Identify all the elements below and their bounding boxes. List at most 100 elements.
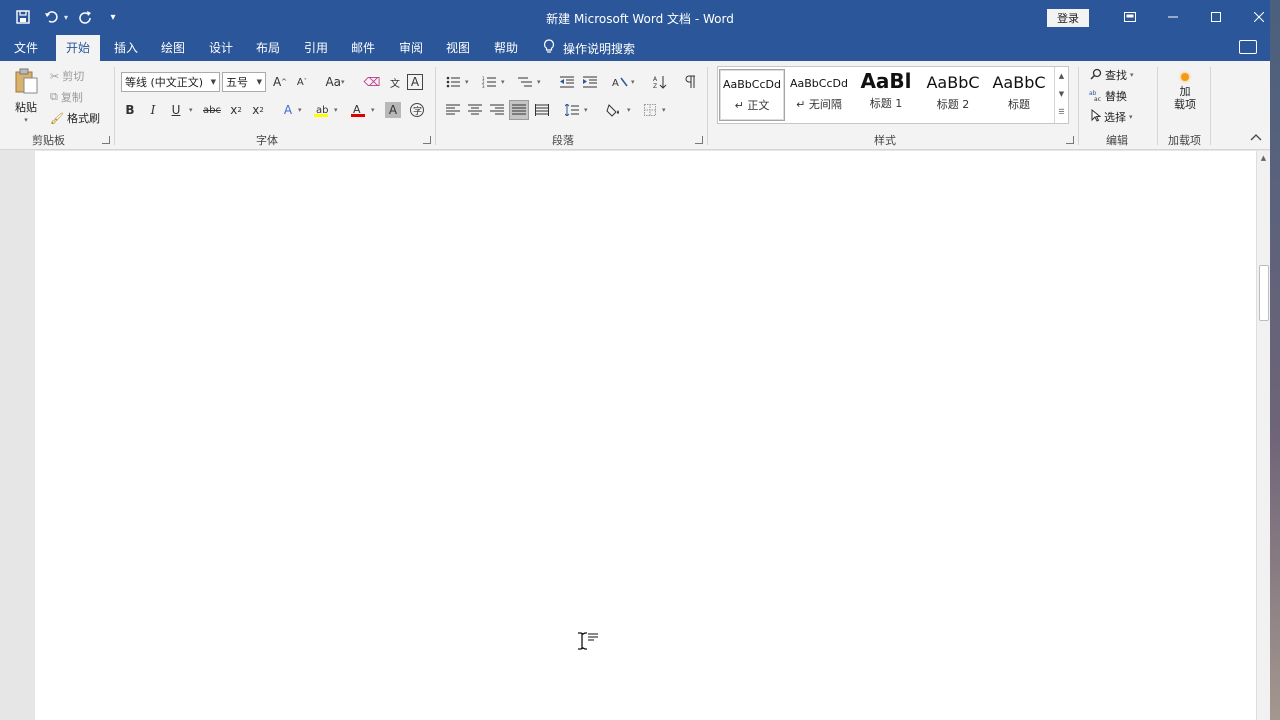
comment-icon[interactable] [1239,40,1257,54]
paste-button[interactable]: 粘贴 ▾ [12,67,40,124]
grow-font-icon[interactable]: A ^ [270,72,290,92]
scroll-down-icon[interactable]: ▼ [1055,85,1068,103]
font-launcher-icon[interactable] [423,136,431,144]
style-normal[interactable]: AaBbCcDd ↵ 正文 [719,69,785,121]
scroll-up-icon[interactable]: ▲ [1055,67,1068,85]
minimize-icon[interactable] [1151,0,1194,33]
show-marks-icon[interactable] [680,72,700,92]
tab-help[interactable]: 帮助 [484,35,528,61]
text-effects-dropdown-icon[interactable]: ▾ [298,106,302,114]
tell-me-search[interactable]: 操作说明搜索 [543,35,635,61]
decrease-indent-icon[interactable] [557,72,577,92]
distribute-icon[interactable] [532,100,552,120]
font-size-select[interactable]: 五号 ▼ [222,72,266,92]
enclose-chars-icon[interactable]: 字 [407,100,427,120]
clipboard-launcher-icon[interactable] [102,136,110,144]
styles-launcher-icon[interactable] [1066,136,1074,144]
find-button[interactable]: 查找 ▾ [1090,67,1134,83]
maximize-icon[interactable] [1194,0,1237,33]
paragraph-group-label: 段落 [552,134,574,147]
tab-home[interactable]: 开始 [56,35,100,61]
find-dropdown-icon[interactable]: ▾ [1130,71,1134,79]
ribbon-tab-bar: 文件 开始 插入 绘图 设计 布局 引用 邮件 审阅 视图 帮助 操作说明搜索 [0,35,1280,61]
font-color-icon[interactable]: A [348,100,368,120]
cut-button[interactable]: ✂ 剪切 [50,68,84,84]
tab-insert[interactable]: 插入 [104,35,148,61]
highlight-icon[interactable]: ab [311,100,331,120]
addins-button[interactable]: 加 载项 [1170,73,1200,111]
copy-label: 复制 [60,91,83,104]
borders-dropdown-icon[interactable]: ▾ [662,106,666,114]
tab-review[interactable]: 审阅 [389,35,433,61]
style-title[interactable]: AaBbC 标题 [986,69,1052,121]
tab-references[interactable]: 引用 [294,35,338,61]
multilevel-list-icon[interactable] [515,72,535,92]
shading-icon[interactable] [604,100,624,120]
char-shading-icon[interactable]: A [385,102,401,118]
char-border-icon[interactable]: A [407,74,423,90]
sort-icon[interactable]: AZ [650,72,670,92]
superscript-icon[interactable]: x2 [248,100,268,120]
collapse-ribbon-icon[interactable] [1250,133,1262,144]
styles-gallery[interactable]: AaBbCcDd ↵ 正文 AaBbCcDd ↵ 无间隔 AaBl 标题 1 A… [717,66,1069,124]
strikethrough-icon[interactable]: abc [202,100,222,120]
vertical-scrollbar[interactable]: ▲ [1256,151,1270,720]
subscript-icon[interactable]: x2 [226,100,246,120]
format-painter-button[interactable]: 🖌 格式刷 [50,110,100,126]
tab-mailings[interactable]: 邮件 [341,35,385,61]
style-name: ↵ 无间隔 [796,98,842,111]
replace-button[interactable]: ab ac 替换 [1089,88,1127,104]
tab-layout[interactable]: 布局 [246,35,290,61]
shrink-font-icon[interactable]: Aˇ [292,72,312,92]
select-button[interactable]: 选择 ▾ [1091,108,1133,125]
line-spacing-icon[interactable] [562,100,582,120]
bullets-icon[interactable] [443,72,463,92]
font-color-dropdown-icon[interactable]: ▾ [371,106,375,114]
line-spacing-dropdown-icon[interactable]: ▾ [584,106,588,114]
align-left-icon[interactable] [443,100,463,120]
style-preview: AaBl [860,69,912,93]
bullets-dropdown-icon[interactable]: ▾ [465,78,469,86]
cut-icon: ✂ [50,69,60,83]
shading-dropdown-icon[interactable]: ▾ [627,106,631,114]
paste-dropdown-icon[interactable]: ▾ [24,116,28,124]
italic-icon[interactable]: I [143,100,163,120]
font-name-select[interactable]: 等线 (中文正文) ▼ [121,72,220,92]
highlight-dropdown-icon[interactable]: ▾ [334,106,338,114]
scroll-up-icon[interactable]: ▲ [1257,151,1270,165]
document-page[interactable] [35,151,1256,720]
phonetic-guide-icon[interactable]: 文 [385,72,405,92]
chinese-layout-dropdown-icon[interactable]: ▾ [631,78,635,86]
underline-dropdown-icon[interactable]: ▾ [189,106,193,114]
increase-indent-icon[interactable] [580,72,600,92]
style-no-spacing[interactable]: AaBbCcDd ↵ 无间隔 [786,69,852,121]
numbering-icon[interactable]: 123 [479,72,499,92]
align-right-icon[interactable] [487,100,507,120]
multilevel-dropdown-icon[interactable]: ▾ [537,78,541,86]
restore-ribbon-icon[interactable] [1108,0,1151,33]
bold-icon[interactable]: B [120,100,140,120]
tab-file[interactable]: 文件 [6,35,46,61]
style-heading-1[interactable]: AaBl 标题 1 [853,69,919,121]
text-effects-icon[interactable]: A [278,100,298,120]
copy-button[interactable]: ⧉ 复制 [50,89,83,105]
align-center-icon[interactable] [465,100,485,120]
select-icon [1091,108,1102,125]
underline-icon[interactable]: U [166,100,186,120]
tab-draw[interactable]: 绘图 [151,35,195,61]
borders-icon[interactable] [640,100,660,120]
select-dropdown-icon[interactable]: ▾ [1129,113,1133,121]
tab-view[interactable]: 视图 [436,35,480,61]
tab-design[interactable]: 设计 [199,35,243,61]
style-heading-2[interactable]: AaBbC 标题 2 [920,69,986,121]
more-styles-icon[interactable]: ☰ [1055,103,1068,121]
change-case-icon[interactable]: Aa ▾ [320,72,350,92]
justify-icon[interactable] [509,100,529,120]
numbering-dropdown-icon[interactable]: ▾ [501,78,505,86]
paragraph-launcher-icon[interactable] [695,136,703,144]
login-button[interactable]: 登录 [1047,9,1089,27]
clear-formatting-icon[interactable]: ⌫ [362,72,382,92]
chinese-layout-icon[interactable]: A [610,72,630,92]
scrollbar-thumb[interactable] [1259,265,1269,321]
styles-gallery-scrollbar[interactable]: ▲ ▼ ☰ [1054,67,1068,123]
